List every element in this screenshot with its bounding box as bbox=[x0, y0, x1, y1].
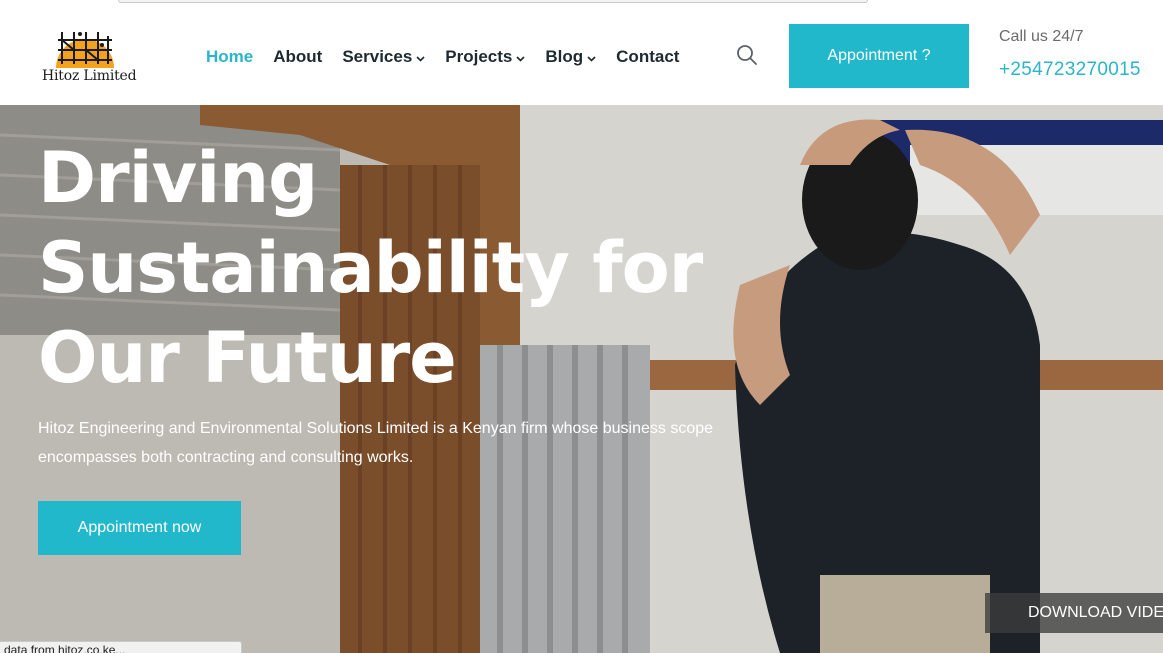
chevron-down-icon bbox=[516, 47, 525, 67]
download-video-button[interactable]: DOWNLOAD VIDEO bbox=[985, 593, 1163, 633]
nav-about-label: About bbox=[273, 47, 323, 66]
scaffold-logo-icon bbox=[56, 32, 114, 68]
address-bar-edge bbox=[118, 0, 868, 3]
brand-name: Hitoz Limited bbox=[42, 68, 137, 84]
hero-title: Driving Sustainability for Our Future bbox=[38, 133, 738, 403]
nav-home[interactable]: Home bbox=[206, 47, 253, 67]
hero-title-line: Our Future bbox=[38, 317, 457, 399]
nav-blog[interactable]: Blog bbox=[545, 47, 596, 67]
nav-about[interactable]: About bbox=[273, 47, 322, 67]
chevron-down-icon bbox=[416, 47, 425, 67]
nav-home-label: Home bbox=[206, 47, 254, 66]
search-icon[interactable] bbox=[736, 44, 758, 66]
appointment-button[interactable]: Appointment ? bbox=[789, 24, 969, 88]
browser-status-bar: a data from hitoz.co.ke... bbox=[0, 641, 242, 653]
call-block: Call us 24/7 +254723270015 bbox=[999, 28, 1141, 81]
nav-contact-label: Contact bbox=[616, 47, 680, 66]
nav-contact[interactable]: Contact bbox=[616, 47, 679, 67]
nav-projects-label: Projects bbox=[445, 47, 513, 66]
hero-description: Hitoz Engineering and Environmental Solu… bbox=[38, 420, 714, 466]
nav-services-label: Services bbox=[342, 47, 413, 66]
appointment-now-button[interactable]: Appointment now bbox=[38, 501, 241, 555]
main-nav: Home About Services Projects Blog Contac… bbox=[206, 47, 699, 67]
hero-title-line: Sustainability for bbox=[38, 227, 703, 309]
site-header: Hitoz Limited Home About Services Projec… bbox=[0, 6, 1163, 105]
phone-link[interactable]: +254723270015 bbox=[999, 59, 1141, 81]
hero-title-line: Driving bbox=[38, 137, 318, 219]
call-label: Call us 24/7 bbox=[999, 28, 1084, 45]
nav-projects[interactable]: Projects bbox=[445, 47, 525, 67]
hero-section: Driving Sustainability for Our Future Hi… bbox=[0, 105, 1163, 653]
chevron-down-icon bbox=[587, 47, 596, 67]
nav-services[interactable]: Services bbox=[342, 47, 425, 67]
nav-blog-label: Blog bbox=[545, 47, 584, 66]
brand-logo[interactable]: Hitoz Limited bbox=[38, 26, 137, 86]
